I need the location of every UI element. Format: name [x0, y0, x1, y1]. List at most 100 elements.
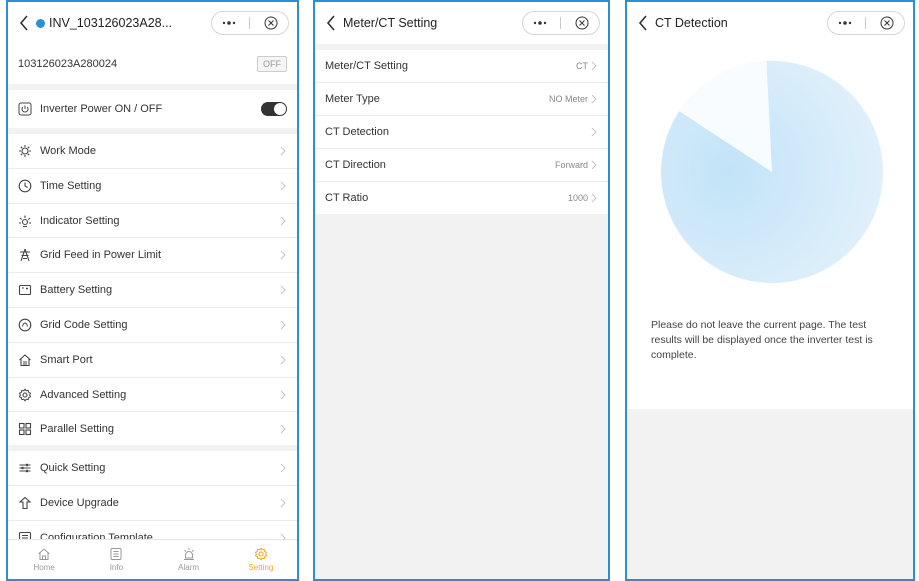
tab-info[interactable]: Info [80, 540, 152, 579]
meter-row-label: Meter Type [325, 93, 380, 105]
power-icon [18, 102, 32, 116]
tab-label: Alarm [178, 563, 200, 572]
tab-home[interactable]: Home [8, 540, 80, 579]
battery-icon [18, 283, 32, 297]
alarm-tab-icon [183, 548, 194, 560]
meter-row-ct-detection[interactable]: CT Detection [315, 116, 608, 148]
settings-item-label: Work Mode [40, 145, 97, 157]
settings-item-label: Smart Port [40, 354, 93, 366]
nav-bar: CT Detection [627, 2, 913, 44]
settings-item-smart-port[interactable]: Smart Port [8, 343, 297, 377]
back-icon[interactable] [635, 12, 651, 34]
meter-row-ct-direction[interactable]: CT Direction Forward [315, 149, 608, 181]
settings-item-quick-setting[interactable]: Quick Setting [8, 451, 297, 485]
settings-item-label: Parallel Setting [40, 422, 114, 435]
chevron-right-icon [279, 146, 287, 156]
back-icon[interactable] [16, 12, 32, 34]
info-tab-icon [110, 548, 122, 560]
chevron-right-icon [279, 181, 287, 191]
settings-item-label: Indicator Setting [40, 214, 120, 227]
settings-item-grid-feed-in-power-limit[interactable]: Grid Feed in Power Limit [8, 238, 297, 272]
detection-panel: Please do not leave the current page. Th… [627, 44, 913, 409]
settings-item-label: Battery Setting [40, 284, 113, 296]
settings-item-label: Advanced Setting [40, 388, 127, 401]
setting-tab-icon [254, 547, 268, 561]
settings-item-indicator-setting[interactable]: Indicator Setting [8, 204, 297, 237]
power-label: Inverter Power ON / OFF [40, 103, 163, 115]
chevron-right-icon [279, 355, 287, 365]
chevron-right-icon [279, 424, 287, 434]
chevron-right-icon [590, 61, 598, 71]
settings-list: Work Mode Time Setting Indicator Setting Gr… [8, 134, 297, 555]
meter-row-value: CT [576, 61, 588, 71]
settings-item-label: Quick Setting [40, 462, 106, 474]
more-icon[interactable] [216, 13, 242, 33]
settings-item-label: Grid Code Setting [40, 319, 128, 331]
settings-item-grid-code-setting[interactable]: Grid Code Setting [8, 308, 297, 342]
more-icon[interactable] [832, 13, 858, 33]
progress-pie [661, 61, 883, 283]
close-icon[interactable] [874, 13, 900, 33]
indicator-icon [18, 214, 32, 228]
upgrade-icon [18, 496, 32, 510]
close-icon[interactable] [569, 13, 595, 33]
grid-code-icon [18, 318, 32, 332]
settings-item-time-setting[interactable]: Time Setting [8, 169, 297, 203]
tower-icon [18, 248, 32, 262]
settings-item-advanced-setting[interactable]: Advanced Setting [8, 378, 297, 411]
serial-row: 103126023A280024 OFF [8, 44, 297, 84]
sliders-icon [18, 461, 32, 475]
power-row: Inverter Power ON / OFF [8, 90, 297, 128]
settings-item-device-upgrade[interactable]: Device Upgrade [8, 486, 297, 520]
detection-message: Please do not leave the current page. Th… [651, 319, 873, 361]
meter-row-meter-ct-setting[interactable]: Meter/CT Setting CT [315, 50, 608, 82]
chevron-right-icon [279, 216, 287, 226]
meter-row-ct-ratio[interactable]: CT Ratio 1000 [315, 182, 608, 214]
settings-item-label: Grid Feed in Power Limit [40, 249, 162, 261]
nav-bar: INV_103126023A28... [8, 2, 297, 44]
back-icon[interactable] [323, 12, 339, 34]
status-badge: OFF [257, 56, 287, 72]
meter-row-value: 1000 [567, 193, 588, 203]
chevron-right-icon [590, 94, 598, 104]
settings-item-battery-setting[interactable]: Battery Setting [8, 273, 297, 307]
more-icon[interactable] [527, 13, 553, 33]
mini-program-capsule [827, 11, 905, 35]
settings-item-work-mode[interactable]: Work Mode [8, 134, 297, 168]
tab-label: Info [109, 563, 124, 572]
ct-detection-screen: CT Detection Please do not leave the cur… [625, 0, 915, 581]
close-icon[interactable] [258, 13, 284, 33]
tab-label: Setting [248, 563, 274, 572]
tab-label: Home [33, 563, 55, 572]
chevron-right-icon [279, 250, 287, 260]
mini-program-capsule [211, 11, 289, 35]
settings-screen: INV_103126023A28... 103126023A280024 OFF… [6, 0, 299, 581]
chevron-right-icon [590, 160, 598, 170]
tab-alarm[interactable]: Alarm [153, 540, 225, 579]
chevron-right-icon [590, 193, 598, 203]
serial-number: 103126023A280024 [18, 58, 118, 70]
meter-row-label: CT Direction [325, 159, 386, 171]
meter-row-value: Forward [554, 160, 588, 170]
power-toggle[interactable] [261, 102, 287, 116]
meter-row-meter-type[interactable]: Meter Type NO Meter [315, 83, 608, 115]
meter-row-label: CT Ratio [325, 192, 369, 204]
device-dot-icon [36, 18, 45, 28]
mini-program-capsule [522, 11, 600, 35]
meter-row-label: CT Detection [325, 126, 389, 138]
meter-row-label: Meter/CT Setting [325, 60, 408, 72]
settings-item-parallel-setting[interactable]: Parallel Setting [8, 412, 297, 445]
page-title: CT Detection [655, 16, 728, 30]
meter-settings-list: Meter/CT Setting CT Meter Type NO Meter CT D… [315, 50, 608, 214]
page-title: INV_103126023A28... [49, 16, 173, 30]
gear-icon [18, 387, 32, 402]
tab-setting[interactable]: Setting [225, 540, 297, 579]
page-title: Meter/CT Setting [343, 16, 438, 30]
meter-row-value: NO Meter [548, 94, 588, 104]
chevron-right-icon [279, 320, 287, 330]
settings-item-label: Device Upgrade [40, 497, 119, 509]
settings-item-label: Time Setting [40, 180, 102, 192]
meter-ct-screen: Meter/CT Setting Meter/CT Setting CT Meter… [313, 0, 610, 581]
nav-bar: Meter/CT Setting [315, 2, 608, 44]
chevron-right-icon [279, 463, 287, 473]
